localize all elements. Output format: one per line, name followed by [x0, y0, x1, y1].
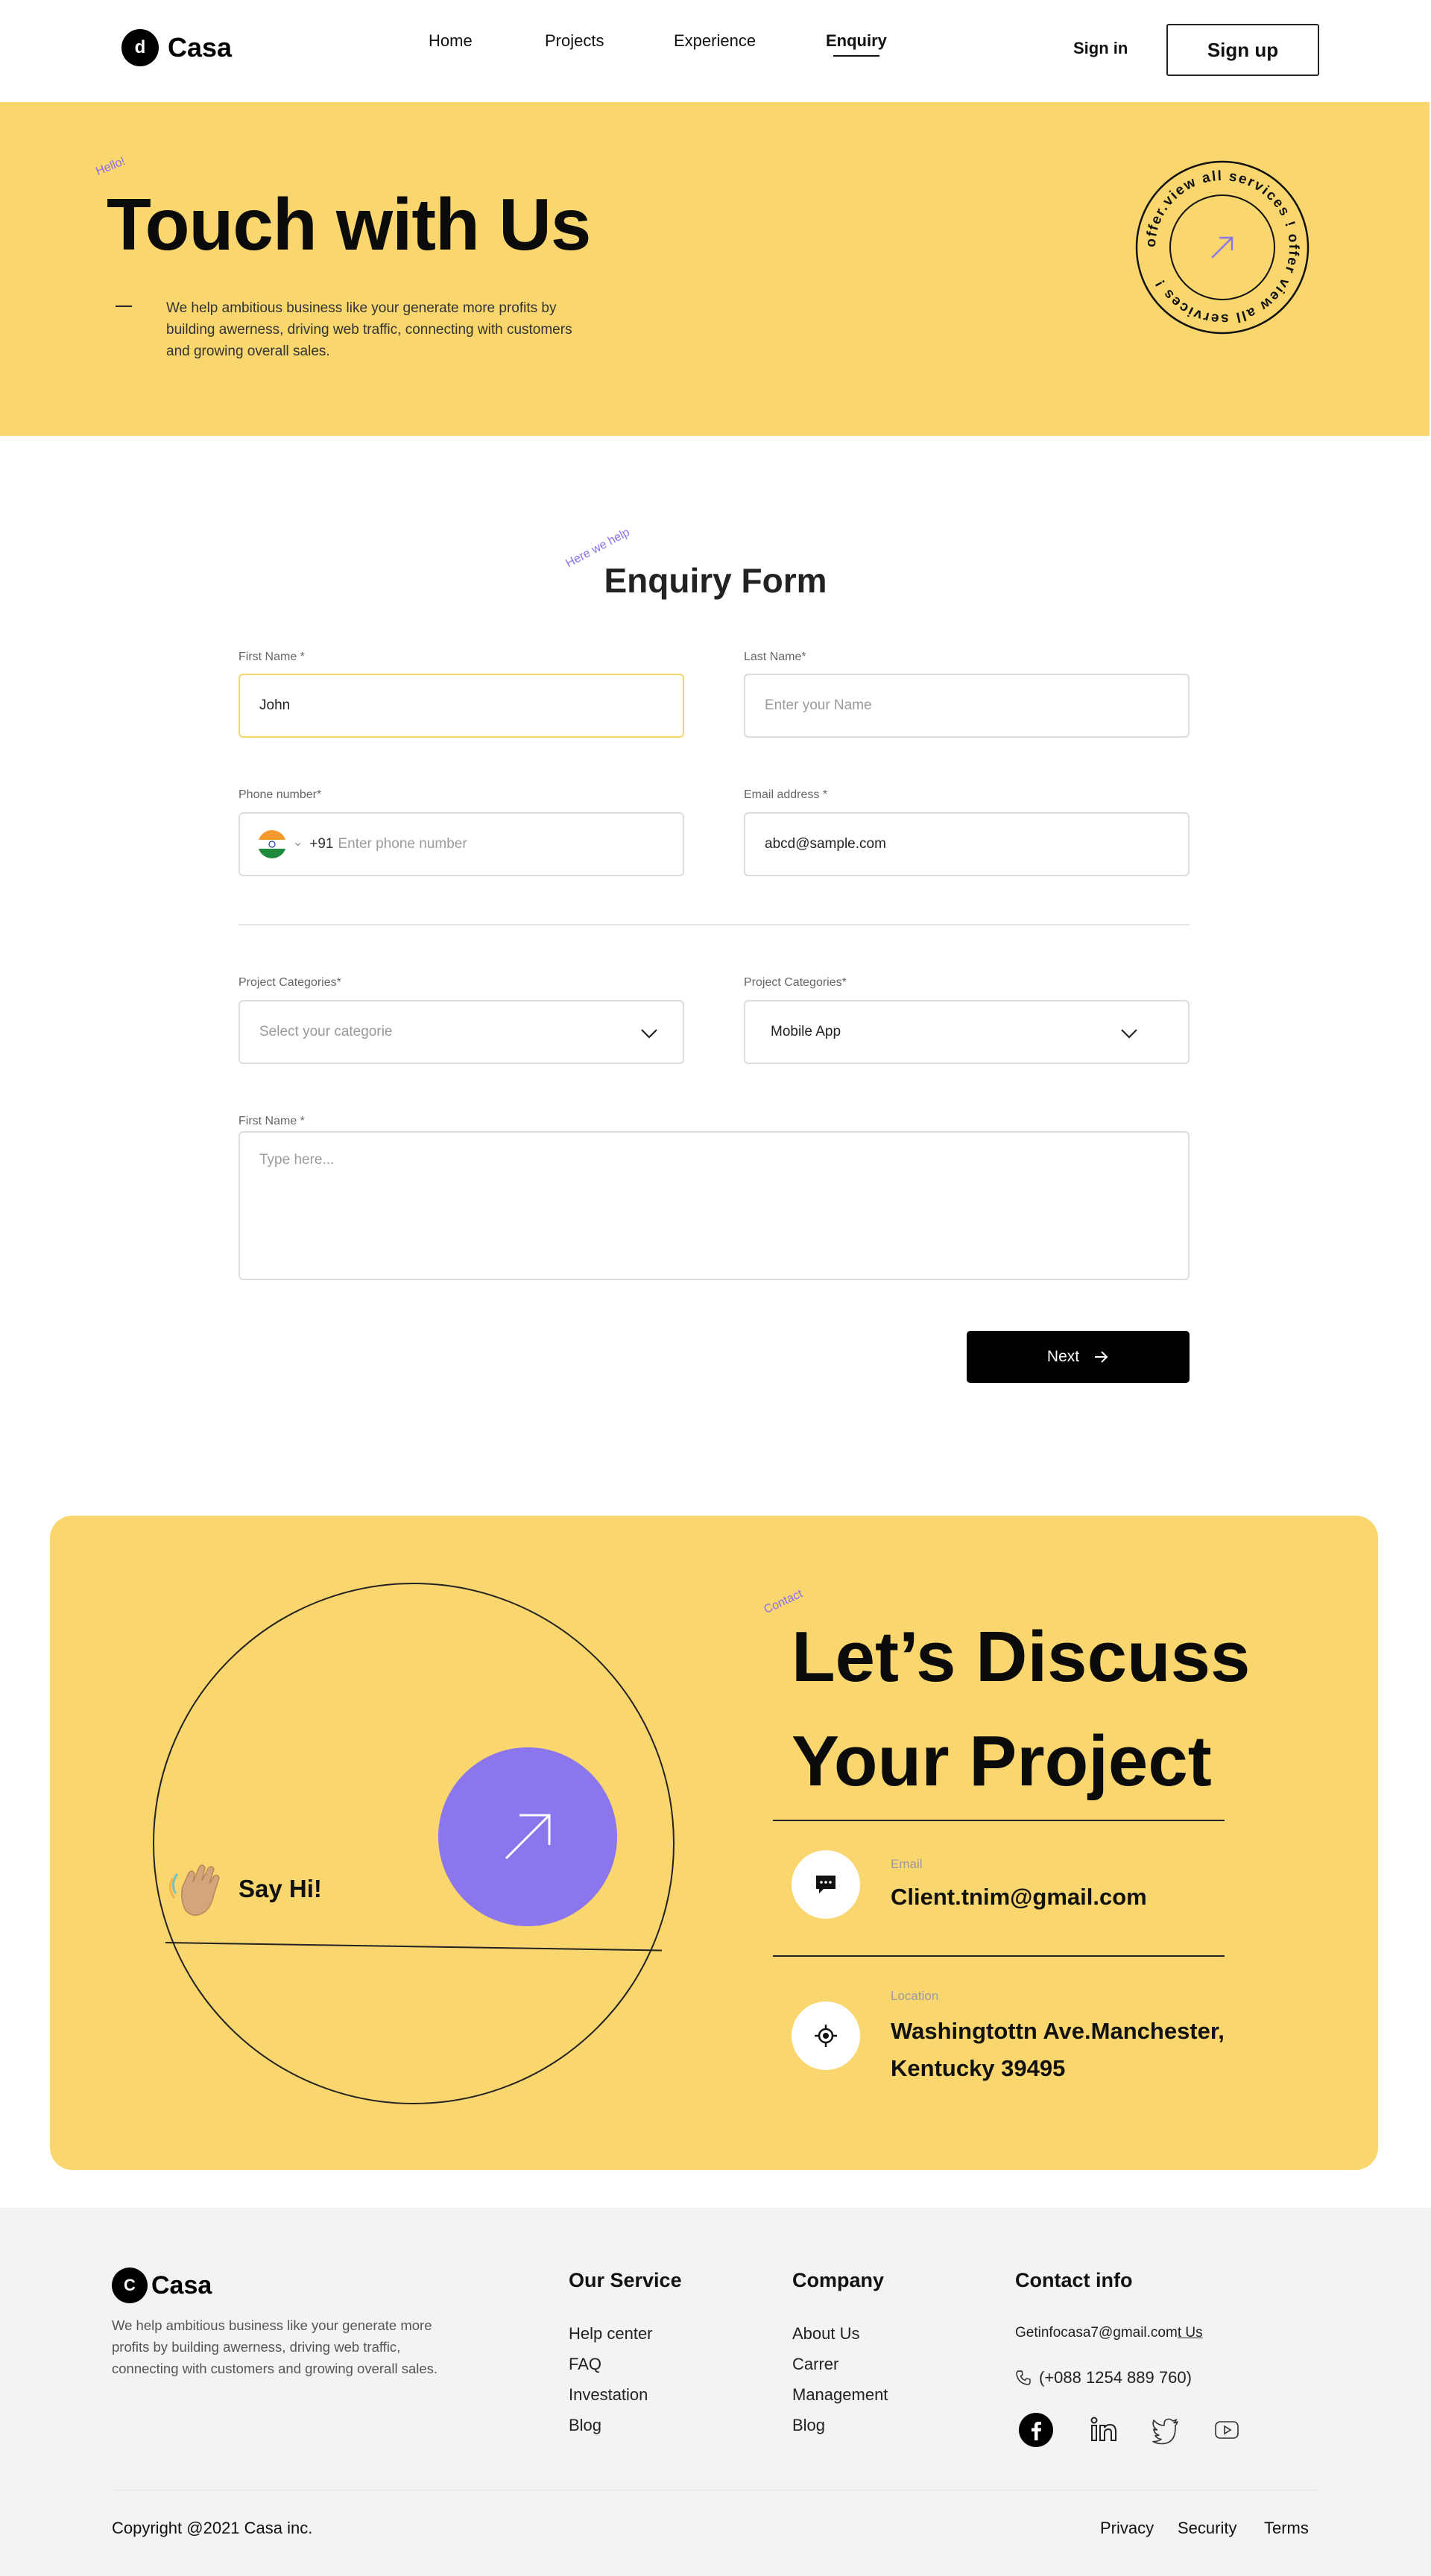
brand-logo[interactable]: d Casa	[121, 29, 232, 66]
nav-projects[interactable]: Projects	[545, 31, 604, 51]
footer-link-blog-company[interactable]: Blog	[792, 2416, 825, 2435]
footer-link-faq[interactable]: FAQ	[569, 2355, 601, 2374]
hero-title: Touch with Us	[107, 183, 591, 265]
email-value[interactable]: Client.tnim@gmail.com	[891, 1879, 1278, 1916]
footer-link-carrer[interactable]: Carrer	[792, 2355, 838, 2374]
footer-link-investation[interactable]: Investation	[569, 2385, 648, 2405]
category-2-value: Mobile App	[771, 1024, 841, 1039]
last-name-field[interactable]	[744, 674, 1190, 738]
footer-link-blog[interactable]: Blog	[569, 2416, 601, 2435]
youtube-icon[interactable]	[1209, 2412, 1245, 2448]
location-label: Location	[891, 1989, 939, 2003]
phone-label: Phone number*	[238, 788, 322, 801]
contact-divider	[773, 1955, 1225, 1957]
location-value: Washingtottn Ave.Manchester, Kentucky 39…	[891, 2013, 1278, 2087]
nav-home[interactable]: Home	[429, 31, 473, 51]
hero-tag: Hello!	[94, 154, 127, 179]
next-label: Next	[1046, 1348, 1080, 1365]
chevron-down-icon	[641, 1029, 657, 1039]
signin-link[interactable]: Sign in	[1073, 39, 1128, 58]
footer-link-help-center[interactable]: Help center	[569, 2324, 653, 2344]
chevron-down-icon	[1121, 1029, 1137, 1039]
last-name-input[interactable]	[765, 697, 1169, 714]
phone-field[interactable]: +91	[238, 812, 684, 876]
hero-dash	[116, 306, 132, 307]
footer-contact-email[interactable]: Getinfocasa7@gmail.comt Us	[1015, 2325, 1203, 2341]
arrow-up-right-icon	[505, 1814, 551, 1860]
site-footer: C Casa We help ambitious business like y…	[0, 2208, 1431, 2576]
view-services-badge[interactable]: offer.view all services ! offer view all…	[1135, 160, 1310, 335]
india-flag-icon[interactable]	[258, 830, 286, 858]
footer-services-title: Our Service	[569, 2269, 682, 2291]
contact-title-line2: Your Project	[792, 1721, 1212, 1801]
location-line1: Washingtottn Ave.Manchester,	[891, 2018, 1225, 2044]
category-1-label: Project Categories*	[238, 976, 341, 989]
footer-link-security[interactable]: Security	[1178, 2519, 1236, 2538]
footer-link-terms[interactable]: Terms	[1264, 2519, 1309, 2538]
contact-title-line1: Let’s Discuss	[792, 1617, 1251, 1697]
category-1-select[interactable]: Select your categorie	[238, 1000, 684, 1064]
footer-logo-text: Casa	[151, 2270, 212, 2300]
email-label: Email	[891, 1857, 923, 1871]
location-line2: Kentucky 39495	[891, 2055, 1066, 2081]
location-icon-circle	[792, 2001, 860, 2070]
signup-button[interactable]: Sign up	[1166, 24, 1319, 76]
email-field[interactable]	[744, 812, 1190, 876]
message-field[interactable]	[238, 1131, 1190, 1280]
contact-divider	[773, 1820, 1225, 1821]
category-1-value: Select your categorie	[259, 1024, 393, 1039]
footer-email-suffix: t Us	[1177, 2325, 1203, 2341]
chevron-down-icon[interactable]	[294, 839, 302, 849]
contact-arrow-button[interactable]	[438, 1747, 617, 1926]
nav-experience[interactable]: Experience	[674, 31, 756, 51]
copyright-text: Copyright @2021 Casa inc.	[112, 2519, 313, 2537]
email-icon-circle	[792, 1850, 860, 1919]
message-textarea[interactable]	[259, 1152, 1169, 1259]
footer-phone-text: (+088 1254 889 760)	[1039, 2368, 1192, 2387]
footer-link-management[interactable]: Management	[792, 2385, 888, 2405]
contact-title: Let’s Discuss Your Project	[792, 1605, 1358, 1814]
logo-mark: d	[121, 29, 159, 66]
email-label: Email address *	[744, 788, 828, 801]
nav-enquiry[interactable]: Enquiry	[826, 31, 887, 57]
first-name-input[interactable]	[259, 697, 663, 714]
footer-link-about-us[interactable]: About Us	[792, 2324, 860, 2344]
chat-icon	[816, 1876, 835, 1893]
footer-description: We help ambitious business like your gen…	[112, 2317, 438, 2376]
footer-contact-title: Contact info	[1015, 2269, 1133, 2291]
form-title: Enquiry Form	[604, 561, 827, 600]
facebook-icon[interactable]	[1018, 2412, 1054, 2448]
category-2-label: Project Categories*	[744, 976, 847, 989]
top-navbar: d Casa Home Projects Experience Enquiry …	[0, 0, 1431, 101]
logo-text: Casa	[168, 32, 233, 63]
say-hi-text: Say Hi!	[238, 1875, 322, 1902]
first-name-field[interactable]	[238, 674, 684, 738]
footer-company-title: Company	[792, 2269, 885, 2291]
waving-hand-icon	[169, 1864, 220, 1916]
message-label: First Name *	[238, 1115, 305, 1127]
footer-link-privacy[interactable]: Privacy	[1100, 2519, 1154, 2538]
contact-card: Say Hi! Contact Let’s Discuss Your Proje…	[50, 1516, 1378, 2170]
footer-email-text: Getinfocasa7@gmail.com	[1015, 2325, 1178, 2341]
category-2-select[interactable]: Mobile App	[744, 1000, 1190, 1064]
rotating-badge-icon: offer.view all services ! offer view all…	[1135, 160, 1310, 335]
twitter-icon[interactable]	[1148, 2412, 1184, 2448]
first-name-label: First Name *	[238, 651, 305, 663]
email-input[interactable]	[765, 836, 1169, 852]
location-target-icon	[815, 2025, 837, 2047]
footer-logo-mark: C	[112, 2268, 148, 2303]
hero-description: We help ambitious business like your gen…	[166, 300, 572, 359]
footer-logo[interactable]: C Casa	[112, 2268, 212, 2303]
hero-banner: Hello! Touch with Us We help ambitious b…	[0, 102, 1430, 436]
phone-icon	[1016, 2370, 1031, 2385]
next-button[interactable]: Next	[967, 1331, 1190, 1383]
last-name-label: Last Name*	[744, 651, 806, 663]
footer-contact-phone[interactable]: (+088 1254 889 760)	[1015, 2368, 1192, 2387]
linkedin-icon[interactable]	[1087, 2412, 1122, 2448]
form-divider	[238, 924, 1190, 925]
phone-input[interactable]	[338, 836, 663, 852]
arrow-right-icon	[1095, 1351, 1108, 1363]
phone-country-code: +91	[309, 836, 334, 852]
